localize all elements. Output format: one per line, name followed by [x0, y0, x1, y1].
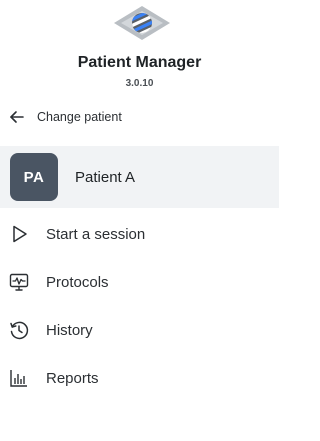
patient-name: Patient A [75, 168, 136, 186]
history-icon [8, 319, 30, 341]
nav-item-label: Reports [46, 369, 99, 387]
monitor-pulse-icon [8, 271, 30, 293]
logo-icon [114, 6, 170, 40]
nav-item-reports[interactable]: Reports [0, 358, 279, 398]
app-version: 3.0.10 [125, 78, 154, 89]
change-patient-label: Change patient [37, 110, 122, 124]
avatar: PA [10, 153, 58, 201]
nav-item-protocols[interactable]: Protocols [0, 262, 279, 302]
change-patient-link[interactable]: Change patient [9, 106, 122, 128]
patient-card[interactable]: PA Patient A [0, 146, 279, 208]
nav-item-label: Protocols [46, 273, 109, 291]
nav-item-history[interactable]: History [0, 310, 279, 350]
app-logo [112, 3, 172, 43]
nav-item-start-session[interactable]: Start a session [0, 214, 279, 254]
play-icon [8, 223, 30, 245]
app-title: Patient Manager [77, 54, 202, 71]
bar-chart-icon [8, 367, 30, 389]
nav-item-label: Start a session [46, 225, 146, 243]
arrow-left-icon [9, 109, 25, 125]
nav-item-label: History [46, 321, 93, 339]
sidebar: Patient Manager 3.0.10 Change patient PA… [0, 0, 279, 441]
